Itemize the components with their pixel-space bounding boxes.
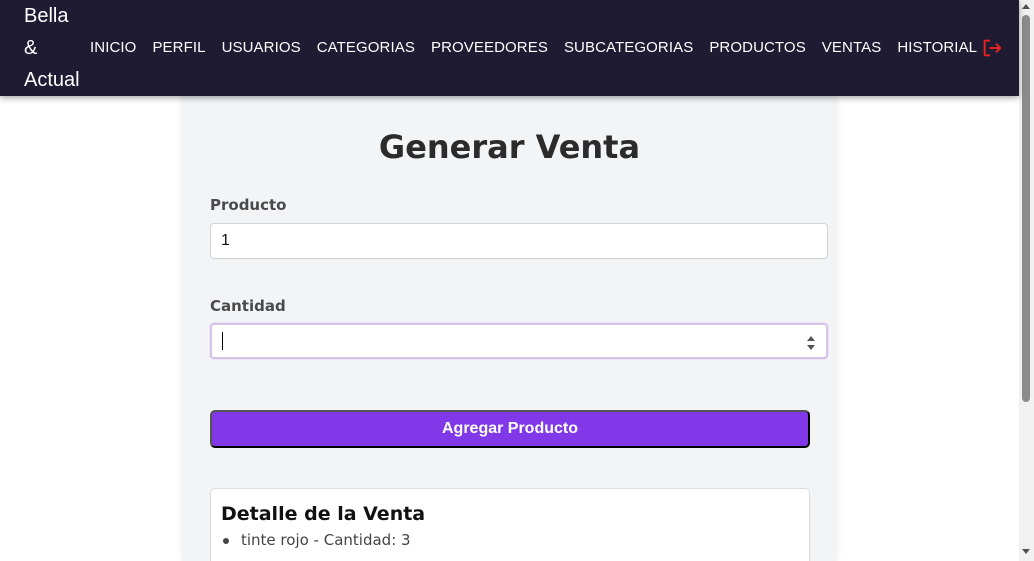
nav-item-proveedores[interactable]: PROVEEDORES	[431, 38, 548, 58]
agregar-producto-button[interactable]: Agregar Producto	[210, 410, 810, 448]
nav-item-inicio[interactable]: INICIO	[90, 38, 136, 58]
sale-detail-panel: Detalle de la Venta tinte rojo - Cantida…	[210, 488, 810, 561]
nav-item-perfil[interactable]: PERFIL	[152, 38, 205, 58]
sale-detail-title: Detalle de la Venta	[221, 503, 426, 525]
logout-icon[interactable]	[981, 37, 1003, 59]
scroll-up-icon[interactable]	[1022, 4, 1030, 9]
scroll-thumb[interactable]	[1022, 15, 1030, 402]
top-navbar: Bella & Actual INICIO PERFIL USUARIOS CA…	[0, 0, 1019, 96]
brand-logo[interactable]: Bella & Actual	[24, 0, 84, 96]
producto-label: Producto	[210, 196, 287, 214]
brand-line-1: Bella	[24, 5, 69, 27]
nav-item-ventas[interactable]: VENTAS	[822, 38, 882, 58]
scroll-down-icon[interactable]	[1022, 549, 1030, 554]
bullet-icon	[223, 538, 229, 544]
list-item-text: tinte rojo - Cantidad: 3	[241, 531, 411, 549]
number-spinner-icon[interactable]	[806, 335, 816, 351]
list-item: tinte rojo - Cantidad: 3	[223, 531, 411, 549]
nav-item-historial[interactable]: HISTORIAL	[897, 38, 977, 58]
nav-item-productos[interactable]: PRODUCTOS	[709, 38, 805, 58]
page-scrollbar[interactable]	[1019, 0, 1034, 561]
brand-line-2: &	[24, 37, 38, 59]
nav-item-categorias[interactable]: CATEGORIAS	[317, 38, 415, 58]
producto-value: 1	[221, 232, 230, 249]
nav-item-usuarios[interactable]: USUARIOS	[222, 38, 301, 58]
cantidad-label: Cantidad	[210, 297, 286, 315]
sale-detail-list: tinte rojo - Cantidad: 3	[223, 531, 411, 549]
nav-links: INICIO PERFIL USUARIOS CATEGORIAS PROVEE…	[90, 38, 993, 58]
brand-line-3: Actual	[24, 69, 80, 91]
cantidad-field[interactable]	[210, 323, 828, 359]
text-caret	[222, 332, 223, 350]
nav-item-subcategorias[interactable]: SUBCATEGORIAS	[564, 38, 693, 58]
producto-field[interactable]: 1	[210, 223, 828, 259]
page-title: Generar Venta	[378, 128, 641, 166]
